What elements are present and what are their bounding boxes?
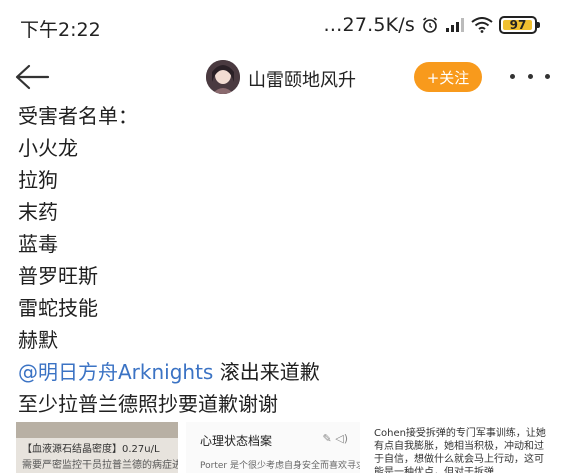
list-item: 普罗旺斯: [18, 264, 98, 288]
follow-button[interactable]: +关注: [414, 62, 482, 92]
image-text: Porter 是个很少考虑自身安全而喜欢寻求: [200, 461, 360, 471]
list-item: 小火龙: [18, 136, 78, 160]
list-item: 拉狗: [18, 168, 58, 192]
status-time: 下午2:22: [20, 19, 101, 41]
alarm-icon: [423, 17, 437, 33]
battery-indicator: 97: [499, 16, 540, 34]
post-image-2[interactable]: 心理状态档案 ✎ ◁) Porter 是个很少考虑自身安全而喜欢寻求: [186, 422, 360, 473]
list-item: 赫默: [18, 328, 58, 352]
more-icon-dot: [527, 73, 533, 79]
more-button[interactable]: [510, 64, 550, 88]
status-bar: 下午2:22 …27.5K/s 97: [0, 0, 567, 52]
list-item: 末药: [18, 200, 58, 224]
user-name[interactable]: 山雷颐地风升: [248, 66, 356, 92]
back-button[interactable]: [14, 62, 50, 92]
battery-tip: [537, 22, 540, 28]
image-text: 【血液源石结晶密度】0.27u/L: [22, 444, 160, 455]
image-text: 能是一种优点，但对于拆弹: [374, 467, 494, 473]
image-text: 需要严密监控干员拉普兰德的病症进程: [22, 460, 178, 471]
battery-level-text: 97: [509, 18, 527, 32]
victim-list: 小火龙 拉狗 末药 蓝毒 普罗旺斯 雷蛇技能 赫默: [18, 132, 558, 356]
post-image-1[interactable]: 【血液源石结晶密度】0.27u/L 需要严密监控干员拉普兰德的病症进程: [16, 422, 178, 473]
list-item: 蓝毒: [18, 232, 58, 256]
more-icon-dot: [510, 73, 515, 79]
wifi-icon: [471, 17, 493, 33]
avatar[interactable]: [206, 60, 240, 94]
mention-link[interactable]: @明日方舟Arknights: [18, 360, 213, 384]
signal-icon: [446, 18, 464, 32]
mention-line: @明日方舟Arknights 滚出来道歉: [18, 356, 558, 388]
image-text: 心理状态档案: [200, 434, 273, 448]
photo-band: [16, 422, 178, 438]
edit-audio-icons: ✎ ◁): [322, 432, 348, 445]
mention-suffix: 滚出来道歉: [213, 360, 320, 384]
more-icon-dot: [545, 73, 550, 79]
status-indicators: …27.5K/s 97: [323, 14, 540, 36]
post-heading: 受害者名单：: [18, 104, 138, 128]
network-speed: …27.5K/s: [323, 14, 415, 36]
post-header: 山雷颐地风升 +关注: [0, 52, 567, 102]
image-strip: 【血液源石结晶密度】0.27u/L 需要严密监控干员拉普兰德的病症进程 心理状态…: [0, 422, 567, 473]
post-last-line: 至少拉普兰德照抄要道歉谢谢: [18, 392, 278, 416]
post-content: 受害者名单： 小火龙 拉狗 末药 蓝毒 普罗旺斯 雷蛇技能 赫默 @明日方舟Ar…: [18, 100, 558, 420]
back-arrow-icon: [15, 64, 50, 90]
list-item: 雷蛇技能: [18, 296, 98, 320]
post-image-3[interactable]: Cohen接受拆弹的专门军事训练，让她 有点自我膨胀，她相当积极，冲动和过 于自…: [370, 422, 560, 473]
